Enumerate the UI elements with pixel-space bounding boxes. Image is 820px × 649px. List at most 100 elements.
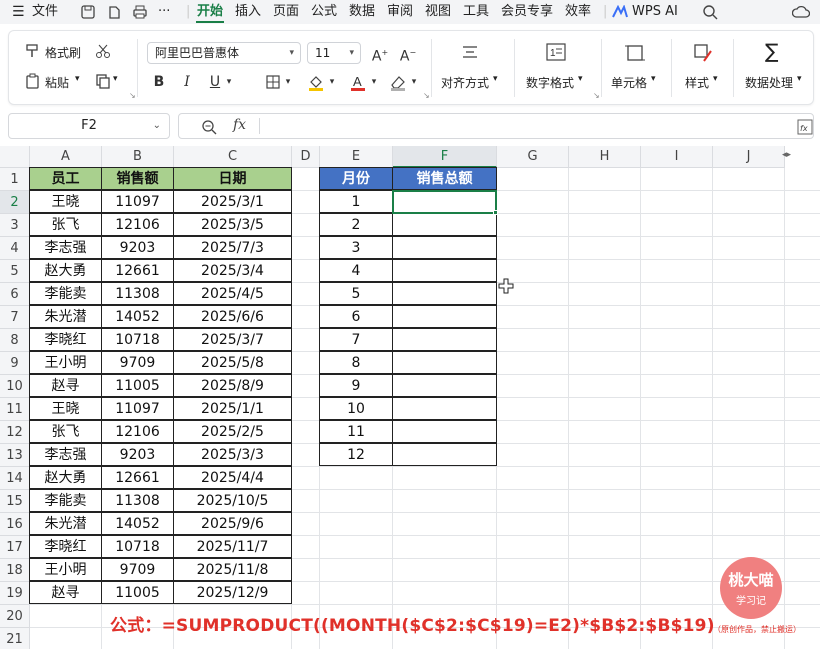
increase-font-icon[interactable]: A+ [371,43,389,65]
table1-cell[interactable]: 李能卖 [29,489,102,512]
table1-cell[interactable]: 12661 [101,259,174,282]
row-header-2[interactable]: 2 [0,191,30,214]
fill-handle[interactable] [493,210,498,215]
table1-cell[interactable]: 2025/6/6 [173,305,292,328]
table1-cell[interactable]: 朱光潜 [29,305,102,328]
paste-dropdown-icon[interactable]: ▾ [75,74,80,84]
column-header-i[interactable]: I [641,146,713,168]
table1-cell[interactable]: 2025/7/3 [173,236,292,259]
month-cell[interactable]: 12 [319,443,393,466]
expand-formula-icon[interactable]: fx [797,119,813,135]
row-header-21[interactable]: 21 [0,628,30,649]
table1-cell[interactable]: 11308 [101,282,174,305]
wps-ai-button[interactable]: WPS AI [632,3,678,21]
row-header-14[interactable]: 14 [0,467,30,490]
month-cell[interactable]: 8 [319,351,393,374]
name-box[interactable]: F2 ⌄ [8,113,170,139]
table1-cell[interactable]: 11005 [101,374,174,397]
cut-icon[interactable] [95,43,111,59]
table1-cell[interactable]: 2025/3/5 [173,213,292,236]
table1-cell[interactable]: 2025/12/9 [173,581,292,604]
sales-total-cell[interactable] [392,351,497,374]
table1-cell[interactable]: 14052 [101,512,174,535]
font-color-icon[interactable]: A [349,73,367,91]
row-header-3[interactable]: 3 [0,214,30,237]
split-handle-icon[interactable]: ◂▸ [782,150,791,160]
column-header-e[interactable]: E [320,146,393,168]
cell-button[interactable]: 单元格 [611,74,647,91]
column-header-g[interactable]: G [497,146,569,168]
chevron-down-icon[interactable]: ▾ [493,74,498,84]
row-header-15[interactable]: 15 [0,490,30,513]
chevron-down-icon[interactable]: ▾ [797,74,802,84]
table1-cell[interactable]: 11097 [101,190,174,213]
data-process-button[interactable]: 数据处理 [745,74,793,91]
column-header-d[interactable]: D [292,146,320,168]
table1-cell[interactable]: 2025/2/5 [173,420,292,443]
sales-total-cell[interactable] [392,397,497,420]
table1-cell[interactable]: 王晓 [29,397,102,420]
cloud-sync-icon[interactable] [792,4,810,20]
table1-cell[interactable]: 李晓红 [29,328,102,351]
table1-cell[interactable]: 11097 [101,397,174,420]
table2-header-cell[interactable]: 销售总额 [392,167,497,190]
select-all-corner[interactable] [0,146,30,168]
table1-cell[interactable]: 王晓 [29,190,102,213]
table1-cell[interactable]: 10718 [101,328,174,351]
sales-total-cell[interactable] [392,420,497,443]
table1-cell[interactable]: 12661 [101,466,174,489]
table1-cell[interactable]: 10718 [101,535,174,558]
tab-view[interactable]: 视图 [425,3,451,21]
formula-bar[interactable]: fx fx [178,113,814,139]
table1-cell[interactable]: 赵寻 [29,581,102,604]
font-color-dropdown-icon[interactable]: ▾ [369,72,379,92]
row-header-17[interactable]: 17 [0,536,30,559]
eraser-dropdown-icon[interactable]: ▾ [409,72,419,92]
copy-icon[interactable] [95,73,111,89]
fx-icon[interactable]: fx [233,117,246,133]
table1-cell[interactable]: 李晓红 [29,535,102,558]
column-header-f[interactable]: F [393,146,497,168]
table1-cell[interactable]: 2025/3/7 [173,328,292,351]
table1-cell[interactable]: 王小明 [29,558,102,581]
row-header-16[interactable]: 16 [0,513,30,536]
row-header-11[interactable]: 11 [0,398,30,421]
row-header-10[interactable]: 10 [0,375,30,398]
row-header-5[interactable]: 5 [0,260,30,283]
row-header-1[interactable]: 1 [0,168,30,191]
table1-cell[interactable]: 张飞 [29,213,102,236]
month-cell[interactable]: 10 [319,397,393,420]
chevron-down-icon[interactable]: ▾ [713,74,718,84]
row-header-9[interactable]: 9 [0,352,30,375]
hamburger-icon[interactable]: ☰ [12,3,25,21]
month-cell[interactable]: 11 [319,420,393,443]
table1-cell[interactable]: 9203 [101,236,174,259]
group-expand-icon[interactable]: ↘ [593,91,600,100]
align-button[interactable]: 对齐方式 [441,74,489,91]
chevron-down-icon[interactable]: ▾ [651,74,656,84]
number-format-button[interactable]: 数字格式 [526,74,574,91]
row-header-13[interactable]: 13 [0,444,30,467]
style-button[interactable]: 样式 [685,74,709,91]
export-pdf-icon[interactable] [106,4,122,20]
month-cell[interactable]: 6 [319,305,393,328]
month-cell[interactable]: 5 [319,282,393,305]
tab-member[interactable]: 会员专享 [501,3,553,21]
column-header-j[interactable]: J [713,146,785,168]
month-cell[interactable]: 4 [319,259,393,282]
table1-cell[interactable]: 2025/4/5 [173,282,292,305]
sales-total-cell[interactable] [392,213,497,236]
table1-cell[interactable]: 14052 [101,305,174,328]
table1-cell[interactable]: 9709 [101,351,174,374]
table1-cell[interactable]: 王小明 [29,351,102,374]
table1-cell[interactable]: 张飞 [29,420,102,443]
table1-cell[interactable]: 2025/3/4 [173,259,292,282]
chevron-down-icon[interactable]: ⌄ [153,114,161,138]
copy-dropdown-icon[interactable]: ▾ [113,74,118,84]
table1-header-cell[interactable]: 日期 [173,167,292,190]
fill-color-dropdown-icon[interactable]: ▾ [327,72,337,92]
table1-cell[interactable]: 李志强 [29,443,102,466]
row-header-12[interactable]: 12 [0,421,30,444]
border-dropdown-icon[interactable]: ▾ [283,72,293,92]
column-header-a[interactable]: A [30,146,102,168]
